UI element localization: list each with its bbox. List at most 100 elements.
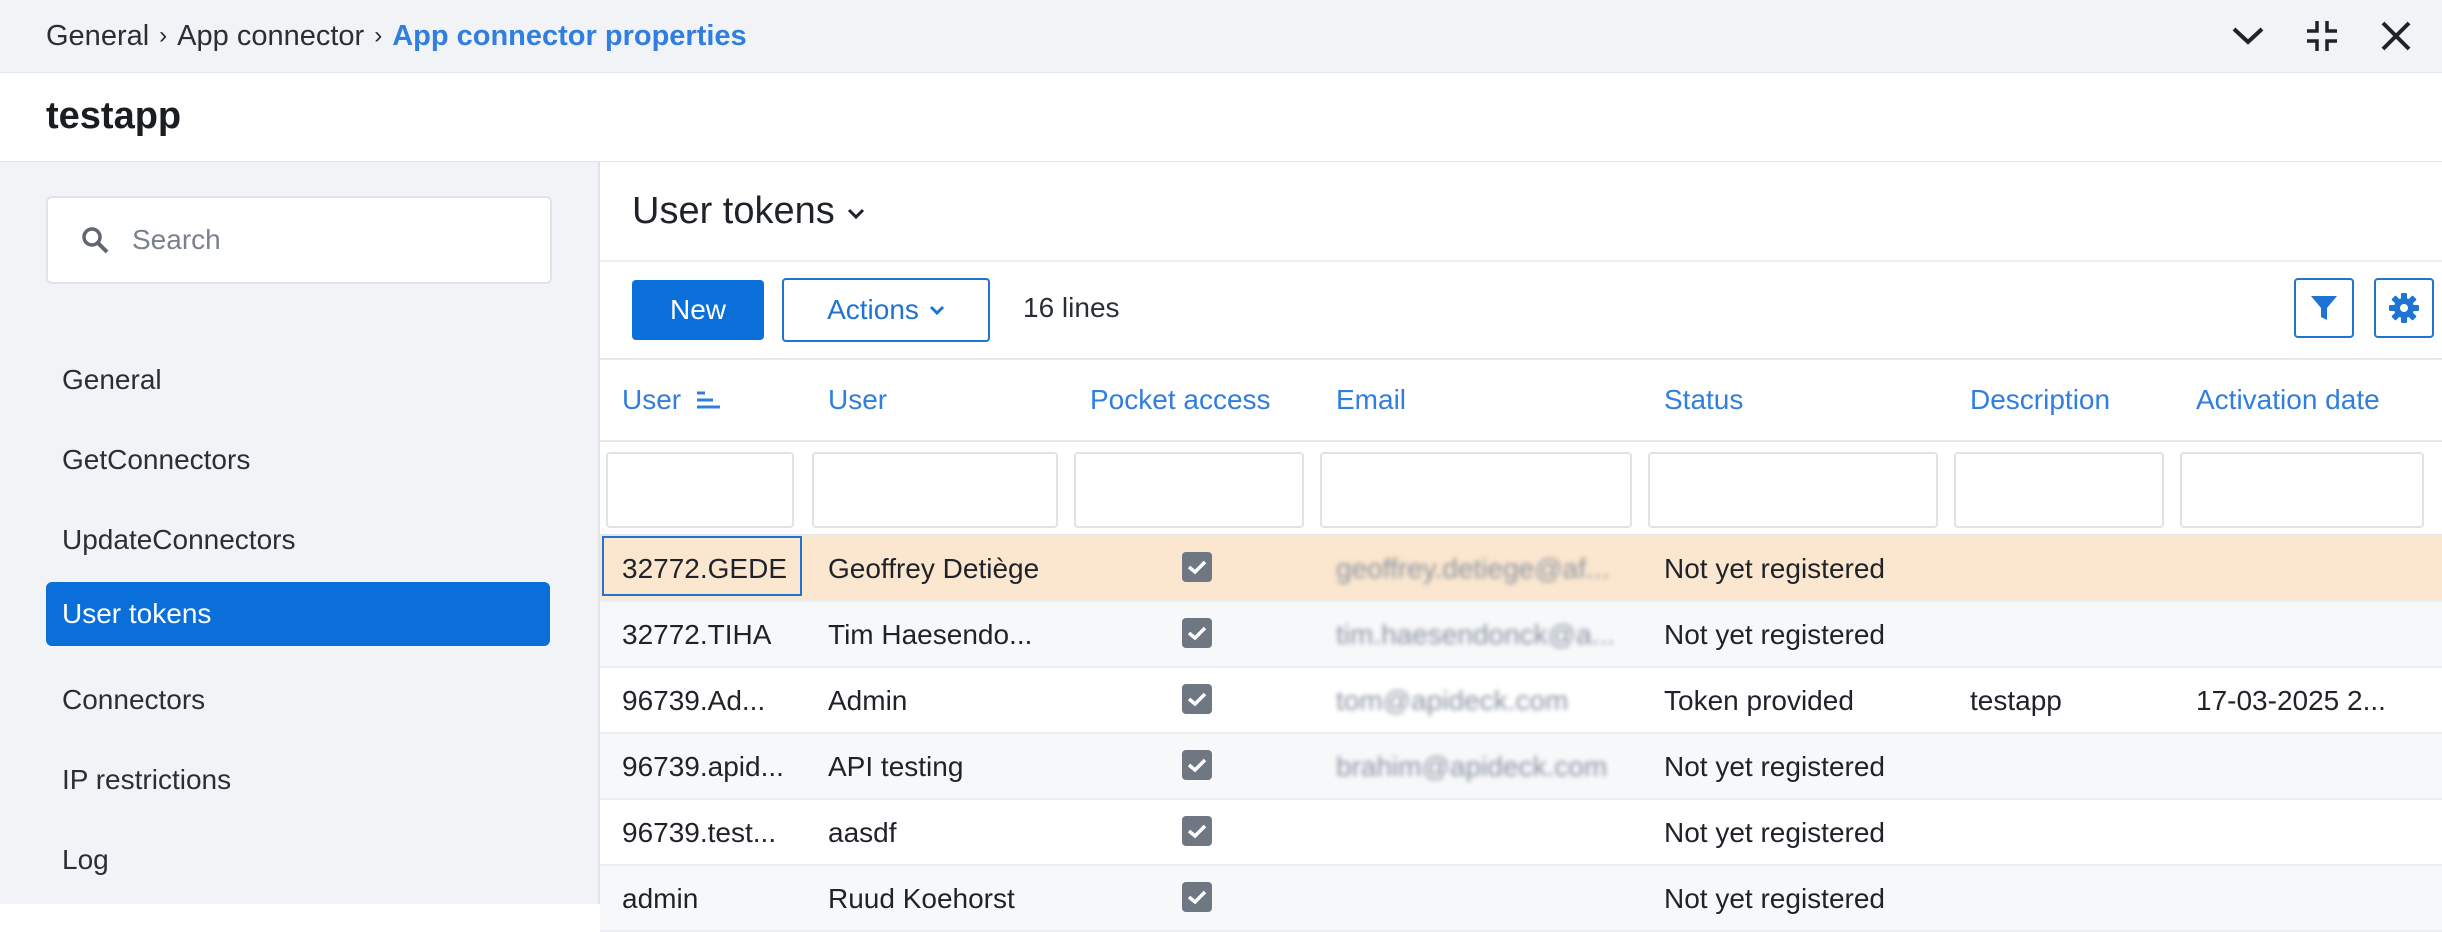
cell-email: brahim@apideck.com <box>1336 751 1608 782</box>
cell-user: Ruud Koehorst <box>828 883 1015 914</box>
cell-user: aasdf <box>828 817 897 848</box>
sidebar-item-ip-restrictions[interactable]: IP restrictions <box>46 748 550 812</box>
new-button[interactable]: New <box>632 280 764 340</box>
cell-user-id: 32772.TIHA <box>622 619 772 650</box>
page-title: testapp <box>46 95 182 137</box>
breadcrumb-app-connector[interactable]: App connector <box>177 20 364 53</box>
cell-user-id: 96739.apid... <box>622 751 784 782</box>
filter-input-pocket-access[interactable] <box>1074 452 1304 528</box>
checkmark-icon <box>1187 824 1207 839</box>
sidebar: General GetConnectors UpdateConnectors U… <box>0 162 600 904</box>
column-header-pocket-access[interactable]: Pocket access <box>1090 384 1271 416</box>
checkmark-icon <box>1187 758 1207 773</box>
cell-user-id: admin <box>622 883 699 914</box>
table-row[interactable]: 96739.Ad... Admin tom@apideck.com Token pro… <box>600 668 2442 734</box>
title-bar: testapp <box>0 73 2442 162</box>
sidebar-item-label: General <box>62 364 162 395</box>
pocket-access-checkbox[interactable] <box>1182 552 1212 582</box>
column-header-activation-date[interactable]: Activation date <box>2196 384 2380 416</box>
toolbar: New Actions 16 lines <box>600 262 2442 358</box>
sidebar-item-label: Log <box>62 844 109 875</box>
checkmark-icon <box>1187 626 1207 641</box>
cell-user: Geoffrey Detiège <box>828 553 1040 584</box>
table-row[interactable]: 32772.GEDE Geoffrey Detiège geoffrey.detie… <box>600 536 2442 602</box>
sidebar-item-user-tokens[interactable]: User tokens <box>46 582 550 646</box>
filter-row <box>600 442 2442 536</box>
filter-icon <box>2311 296 2337 320</box>
cell-status: Token provided <box>1664 685 1854 716</box>
cell-email: tim.haesendonck@a... <box>1336 619 1616 650</box>
table-row[interactable]: 96739.test... aasdf Not yet registered <box>600 800 2442 866</box>
cell-user: Admin <box>828 685 908 716</box>
breadcrumb-general[interactable]: General <box>46 20 149 53</box>
filter-input-user[interactable] <box>812 452 1058 528</box>
column-header-description[interactable]: Description <box>1970 384 2110 416</box>
chevron-down-icon <box>847 208 864 220</box>
filter-input-user-id[interactable] <box>606 452 794 528</box>
table-row[interactable]: 32772.TIHA Tim Haesendo... tim.haesendonck… <box>600 602 2442 668</box>
cell-status: Not yet registered <box>1664 817 1885 848</box>
table-body: 32772.GEDE Geoffrey Detiège geoffrey.detie… <box>600 536 2442 932</box>
chevron-down-icon <box>929 305 944 315</box>
column-header-status[interactable]: Status <box>1664 384 1743 416</box>
cell-user-id: 96739.Ad... <box>622 685 766 716</box>
sidebar-item-label: IP restrictions <box>62 764 232 795</box>
table-row[interactable]: 96739.apid... API testing brahim@apideck.c… <box>600 734 2442 800</box>
search-icon <box>82 227 109 254</box>
sidebar-item-label: UpdateConnectors <box>62 524 296 555</box>
breadcrumb: General › App connector › App connector … <box>46 20 747 53</box>
column-header-email[interactable]: Email <box>1336 384 1406 416</box>
column-header-label: User <box>622 384 682 415</box>
sidebar-item-connectors[interactable]: Connectors <box>46 668 550 732</box>
cell-user: API testing <box>828 751 964 782</box>
section-header[interactable]: User tokens <box>600 162 2442 262</box>
sidebar-item-getconnectors[interactable]: GetConnectors <box>46 428 550 492</box>
pocket-access-checkbox[interactable] <box>1182 684 1212 714</box>
cell-status: Not yet registered <box>1664 883 1885 914</box>
sidebar-item-general[interactable]: General <box>46 348 550 412</box>
sort-icon <box>697 391 721 409</box>
pocket-access-checkbox[interactable] <box>1182 618 1212 648</box>
sidebar-item-label: User tokens <box>62 598 212 629</box>
filter-input-status[interactable] <box>1648 452 1938 528</box>
pocket-access-checkbox[interactable] <box>1182 750 1212 780</box>
filter-input-email[interactable] <box>1320 452 1632 528</box>
top-bar: General › App connector › App connector … <box>0 0 2442 73</box>
cell-email: tom@apideck.com <box>1336 685 1569 716</box>
column-header-user[interactable]: User <box>828 384 887 416</box>
main-panel: User tokens New Actions 16 lines User Us… <box>600 162 2442 932</box>
cell-description: testapp <box>1970 685 2062 716</box>
filter-button[interactable] <box>2294 278 2354 338</box>
sidebar-item-label: GetConnectors <box>62 444 251 475</box>
checkmark-icon <box>1187 560 1207 575</box>
cell-status: Not yet registered <box>1664 553 1885 584</box>
sidebar-item-updateconnectors[interactable]: UpdateConnectors <box>46 508 550 572</box>
search-input[interactable] <box>130 223 514 257</box>
cell-user-id: 32772.GEDE <box>622 553 787 584</box>
line-count: 16 lines <box>1023 292 1120 323</box>
filter-input-description[interactable] <box>1954 452 2164 528</box>
search-box[interactable] <box>46 196 552 284</box>
pocket-access-checkbox[interactable] <box>1182 882 1212 912</box>
sidebar-item-log[interactable]: Log <box>46 828 550 892</box>
chevron-right-icon: › <box>159 22 168 49</box>
section-title: User tokens <box>632 189 835 232</box>
collapse-icon[interactable] <box>2294 8 2350 64</box>
checkmark-icon <box>1187 692 1207 707</box>
actions-label: Actions <box>827 294 919 325</box>
filter-input-activation-date[interactable] <box>2180 452 2424 528</box>
window-controls <box>2220 0 2442 72</box>
close-icon[interactable] <box>2368 8 2424 64</box>
cell-email: geoffrey.detiege@af... <box>1336 553 1610 584</box>
table-row[interactable]: admin Ruud Koehorst Not yet registered <box>600 866 2442 932</box>
user-tokens-table: User User Pocket access Email Status Des… <box>600 358 2442 932</box>
cell-user: Tim Haesendo... <box>828 619 1033 650</box>
settings-button[interactable] <box>2374 278 2434 338</box>
sidebar-item-label: Connectors <box>62 684 206 715</box>
column-header-user-id[interactable]: User <box>622 384 721 416</box>
table-header: User User Pocket access Email Status Des… <box>600 358 2442 442</box>
pocket-access-checkbox[interactable] <box>1182 816 1212 846</box>
actions-button[interactable]: Actions <box>782 278 990 342</box>
chevron-right-icon: › <box>374 22 383 49</box>
chevron-down-icon[interactable] <box>2220 8 2276 64</box>
